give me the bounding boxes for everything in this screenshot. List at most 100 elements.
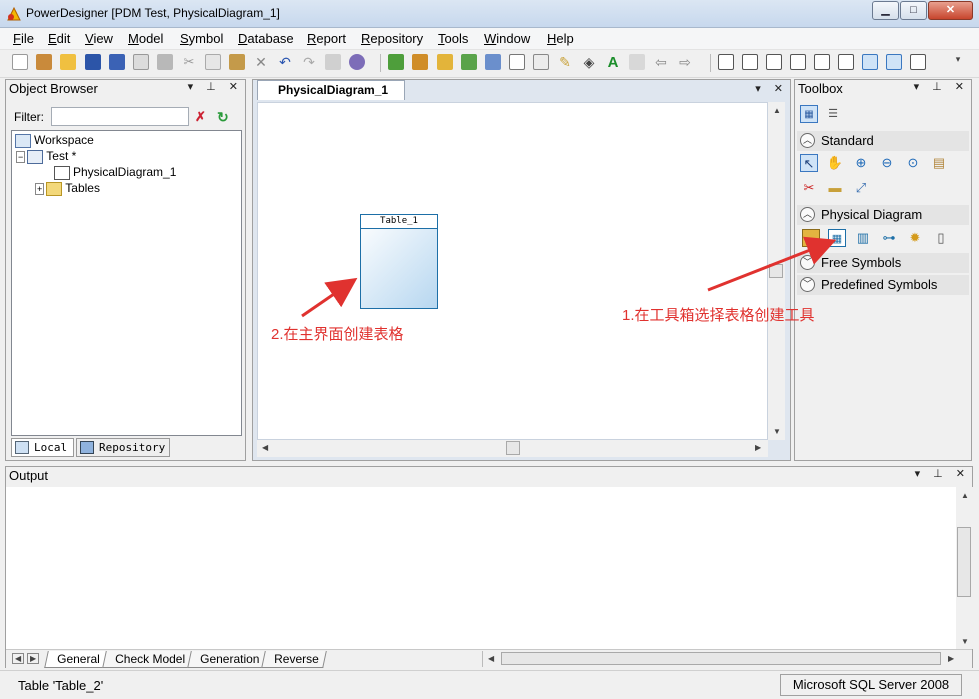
- scroll-thumb[interactable]: [769, 264, 783, 278]
- scroll-thumb[interactable]: [957, 527, 971, 597]
- tree-item-tables[interactable]: + Tables: [35, 181, 100, 196]
- scroll-left-icon[interactable]: ◀: [488, 654, 494, 663]
- package-tool-icon[interactable]: [802, 229, 820, 247]
- tree-item-diagram[interactable]: PhysicalDiagram_1: [54, 165, 176, 180]
- tab-local[interactable]: Local: [11, 438, 74, 457]
- print-icon[interactable]: [157, 54, 173, 70]
- view-tool-icon[interactable]: ▥: [854, 229, 872, 247]
- output-text-area[interactable]: [6, 487, 956, 649]
- toolbox-group-predefined-symbols[interactable]: ﹀ Predefined Symbols: [797, 275, 969, 295]
- view-split-icon[interactable]: [814, 54, 830, 70]
- link-tool-icon[interactable]: ⤢: [852, 179, 870, 197]
- find-icon[interactable]: [349, 54, 365, 70]
- back-icon[interactable]: ⇦: [653, 54, 669, 70]
- close-window-button[interactable]: ✕: [928, 1, 973, 20]
- scroll-thumb[interactable]: [506, 441, 520, 455]
- open-package-icon[interactable]: ⊙: [904, 154, 922, 172]
- print-preview-icon[interactable]: [133, 54, 149, 70]
- output-toggle-icon[interactable]: [886, 54, 902, 70]
- tab-reverse[interactable]: Reverse: [261, 651, 327, 668]
- grabber-tool-icon[interactable]: ✋: [826, 154, 844, 172]
- expand-icon[interactable]: +: [35, 183, 45, 195]
- reference-tool-icon[interactable]: ⊶: [880, 229, 898, 247]
- diagram-controls[interactable]: ▾ ✕: [755, 82, 788, 95]
- properties-icon[interactable]: [325, 54, 341, 70]
- clear-filter-icon[interactable]: ✗: [195, 109, 210, 124]
- validate-icon[interactable]: [485, 54, 501, 70]
- menu-help[interactable]: Help: [547, 31, 574, 46]
- view-layout-icon[interactable]: [790, 54, 806, 70]
- forward-icon[interactable]: ⇨: [677, 54, 693, 70]
- tab-general[interactable]: General: [44, 651, 108, 668]
- filter-input[interactable]: [51, 107, 189, 126]
- collapse-icon[interactable]: −: [16, 151, 26, 163]
- delete-tool-icon[interactable]: ✂: [800, 179, 818, 197]
- format-icon[interactable]: [629, 54, 645, 70]
- refresh-icon[interactable]: [461, 54, 477, 70]
- menu-window[interactable]: Window: [484, 31, 530, 46]
- toolbox-group-free-symbols[interactable]: ﹀ Free Symbols: [797, 253, 969, 273]
- tab-scroll-right-icon[interactable]: ▶: [27, 653, 40, 664]
- list-view-icon[interactable]: ☰: [824, 105, 842, 123]
- save-icon[interactable]: [85, 54, 101, 70]
- large-icons-icon[interactable]: ▦: [800, 105, 818, 123]
- fill-bucket-icon[interactable]: ◈: [581, 54, 597, 70]
- scroll-right-icon[interactable]: ▶: [948, 654, 954, 663]
- scroll-down-icon[interactable]: ▼: [961, 637, 969, 646]
- check-model-icon[interactable]: [412, 54, 428, 70]
- zoom-in-icon[interactable]: ⊕: [852, 154, 870, 172]
- zoom-out-icon[interactable]: ⊖: [878, 154, 896, 172]
- tab-scroll-left-icon[interactable]: ◀: [12, 653, 25, 664]
- grid-icon[interactable]: [533, 54, 549, 70]
- scroll-up-icon[interactable]: ▲: [961, 491, 969, 500]
- new-icon[interactable]: [12, 54, 28, 70]
- scroll-left-icon[interactable]: ◀: [262, 443, 268, 452]
- tab-check-model[interactable]: Check Model: [102, 651, 193, 668]
- impact-analysis-icon[interactable]: [437, 54, 453, 70]
- pencil-icon[interactable]: ✎: [557, 54, 573, 70]
- diagram-horizontal-scrollbar[interactable]: ◀ ▶: [257, 440, 768, 457]
- save-all-icon[interactable]: [109, 54, 125, 70]
- note-tool-icon[interactable]: ▬: [826, 179, 844, 197]
- output-vertical-scrollbar[interactable]: ▲ ▼: [956, 487, 973, 649]
- scroll-up-icon[interactable]: ▲: [773, 106, 781, 115]
- menu-model[interactable]: Model: [128, 31, 163, 46]
- generate-icon[interactable]: [388, 54, 404, 70]
- menu-repository[interactable]: Repository: [361, 31, 423, 46]
- cut-icon[interactable]: ✂: [181, 54, 197, 70]
- panel-controls[interactable]: ▾ ⊥ ✕: [188, 80, 243, 93]
- file-tool-icon[interactable]: ▯: [932, 229, 950, 247]
- menu-file[interactable]: File: [13, 31, 34, 46]
- refresh-icon[interactable]: ↻: [217, 109, 232, 125]
- paste-icon[interactable]: [229, 54, 245, 70]
- tree-item-model[interactable]: − Test *: [16, 149, 76, 164]
- tab-physical-diagram[interactable]: PhysicalDiagram_1: [257, 80, 405, 100]
- toolbar-overflow-icon[interactable]: ▾: [950, 54, 966, 70]
- table-symbol[interactable]: Table_1: [360, 214, 438, 309]
- view-page-icon[interactable]: [766, 54, 782, 70]
- procedure-tool-icon[interactable]: ✹: [906, 229, 924, 247]
- maximize-button[interactable]: □: [900, 1, 927, 20]
- scroll-down-icon[interactable]: ▼: [773, 427, 781, 436]
- output-horizontal-scrollbar[interactable]: ◀ ▶: [482, 651, 962, 667]
- redo-icon[interactable]: ↷: [301, 54, 317, 70]
- result-list-icon[interactable]: [910, 54, 926, 70]
- tab-repository[interactable]: Repository: [76, 438, 170, 457]
- font-icon[interactable]: A: [605, 54, 621, 71]
- menu-edit[interactable]: Edit: [48, 31, 70, 46]
- tab-generation[interactable]: Generation: [187, 651, 268, 668]
- menu-database[interactable]: Database: [238, 31, 294, 46]
- scroll-right-icon[interactable]: ▶: [755, 443, 761, 452]
- rectangle-icon[interactable]: [509, 54, 525, 70]
- copy-icon[interactable]: [205, 54, 221, 70]
- diagram-vertical-scrollbar[interactable]: ▲ ▼: [768, 102, 785, 440]
- view-tiles-icon[interactable]: [838, 54, 854, 70]
- panel-controls[interactable]: ▾ ⊥ ✕: [914, 80, 969, 93]
- menu-symbol[interactable]: Symbol: [180, 31, 223, 46]
- table-tool-icon[interactable]: ▦: [828, 229, 846, 247]
- open-folder-icon[interactable]: [60, 54, 76, 70]
- diagram-canvas[interactable]: Table_1: [257, 102, 768, 440]
- pointer-tool-icon[interactable]: ↖: [800, 154, 818, 172]
- delete-icon[interactable]: ✕: [253, 54, 269, 70]
- view-grid-icon[interactable]: [742, 54, 758, 70]
